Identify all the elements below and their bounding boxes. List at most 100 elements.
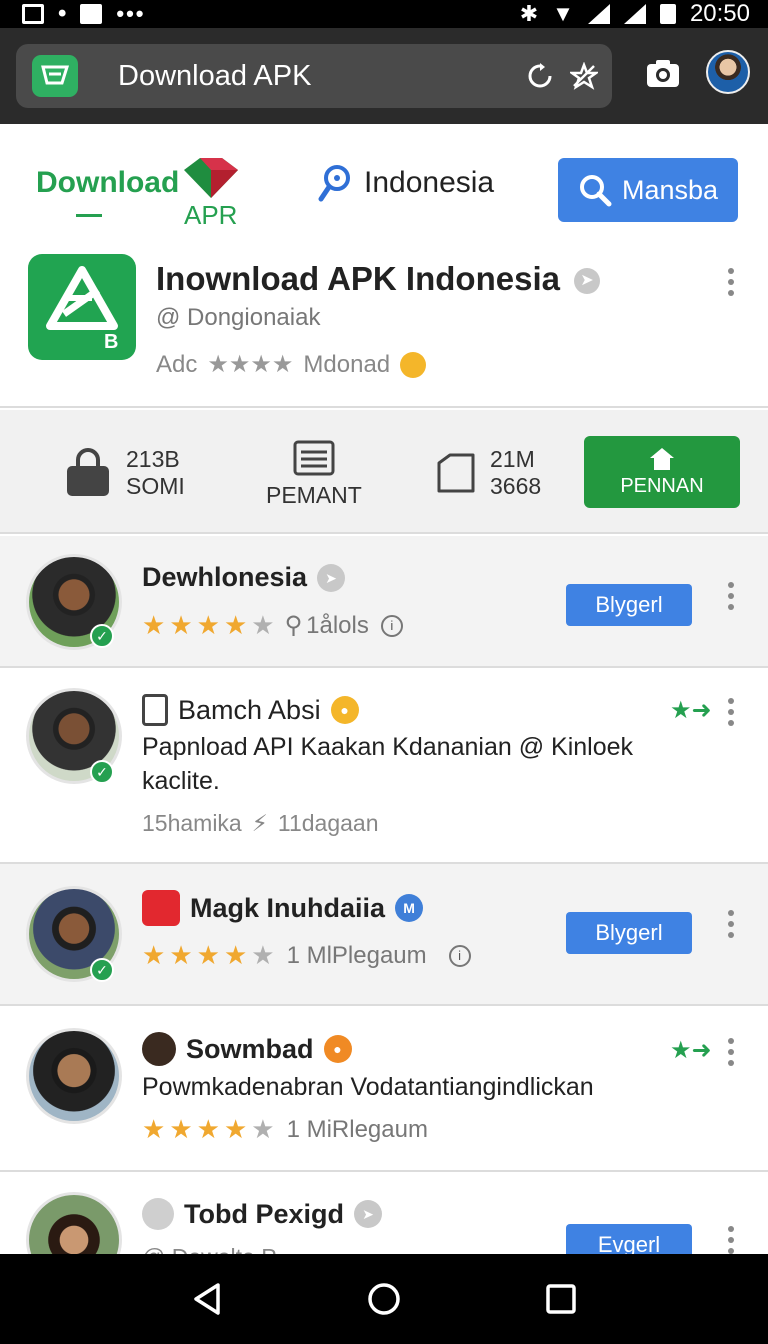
list-item-meta: 1ålols <box>306 611 369 639</box>
app-list: ✓ Dewhlonesia ➤ ★ ★ ★ ★ ★ ⚲ 1ålols i Blygerl… <box>0 536 768 1254</box>
address-bar[interactable]: Download APK <box>16 44 612 108</box>
star-icon: ★ <box>196 940 220 970</box>
verified-check-icon: ✓ <box>90 760 114 784</box>
flash-icon: ⚡ <box>251 810 268 836</box>
size-value: 21M <box>490 446 535 472</box>
star-icon: ★ <box>169 610 193 640</box>
more-options-icon[interactable] <box>727 698 735 726</box>
list-item[interactable]: ✓ Bamch Absi ● Papnload API Kaakan Kdana… <box>0 668 768 864</box>
region-selector[interactable]: Indonesia <box>318 164 494 202</box>
list-item-action-button[interactable]: Blygerl <box>566 912 692 954</box>
app-badge-icon <box>142 890 180 926</box>
system-nav-bar <box>0 1254 768 1344</box>
bluetooth-icon: ✱ <box>519 1 539 26</box>
brand-logo-text[interactable]: Download <box>36 166 179 200</box>
brand-underline <box>76 214 102 217</box>
list-item-meta: 1 MlPlegaum <box>286 941 427 969</box>
region-label: Indonesia <box>364 166 495 199</box>
list-item-sub-right: 11dagaan <box>277 810 379 836</box>
list-item[interactable]: ✓ Dewhlonesia ➤ ★ ★ ★ ★ ★ ⚲ 1ålols i Blygerl <box>0 536 768 668</box>
folder-icon <box>437 453 475 493</box>
star-arrow-icon[interactable]: ★➜ <box>670 1036 712 1065</box>
brand-sub-text: APR <box>184 200 238 230</box>
star-icon: ★ <box>251 610 275 640</box>
back-icon[interactable] <box>192 1282 222 1316</box>
list-item-title: Bamch Absi ● <box>142 694 359 726</box>
star-icon: ★ <box>142 940 166 970</box>
list-item[interactable]: ✓ Magk Inuhdaiia M ★ ★ ★ ★ ★ 1 MlPlegaum i B… <box>0 864 768 1006</box>
share-icon[interactable] <box>570 62 598 90</box>
avatar <box>26 1028 122 1124</box>
list-item-name: Tobd Pexigd <box>184 1198 344 1229</box>
more-dots-icon: ••• <box>116 1 146 26</box>
rating-row: ★ ★ ★ ★ ★ 1 MiRlegaum <box>142 1114 428 1145</box>
more-options-icon[interactable] <box>727 1038 735 1066</box>
home-nav-icon[interactable] <box>367 1282 401 1316</box>
list-item[interactable]: Tobd Pexigd ➤ @ Dewalte P Evgerl <box>0 1172 768 1254</box>
more-options-icon[interactable] <box>727 910 735 938</box>
star-arrow-icon[interactable]: ★➜ <box>670 696 712 725</box>
verified-icon: M <box>395 894 424 922</box>
badge-icon: ● <box>330 696 359 724</box>
more-options-icon[interactable] <box>727 268 735 296</box>
rating-row: ★ ★ ★ ★ ★ 1 MlPlegaum i <box>142 940 471 971</box>
signal-icon <box>623 4 646 24</box>
verified-icon: ➤ <box>354 1200 382 1228</box>
list-item-title: Magk Inuhdaiia M <box>142 890 424 926</box>
list-item-title: Tobd Pexigd ➤ <box>142 1198 382 1230</box>
list-item-name: Bamch Absi <box>178 694 321 725</box>
star-icon: ★ <box>196 1114 220 1144</box>
person-icon: ⚲ <box>284 612 303 639</box>
refresh-icon[interactable] <box>526 62 554 90</box>
search-icon <box>579 175 612 207</box>
star-icon: ★ <box>169 1114 193 1144</box>
list-item-name: Sowmbad <box>186 1033 314 1064</box>
verified-icon: ➤ <box>317 563 346 592</box>
star-icon: ★ <box>223 610 248 640</box>
profile-mini-icon <box>142 1032 176 1066</box>
app-developer-handle[interactable]: @ Dongionaiak <box>156 304 320 332</box>
svg-text:B: B <box>104 331 118 353</box>
rating-stars-icon: ★★★★ <box>207 351 294 378</box>
install-button[interactable]: PENNAN <box>584 436 740 508</box>
notification-icon: • <box>58 0 67 27</box>
verified-check-icon: ✓ <box>90 624 114 648</box>
more-options-icon[interactable] <box>727 582 735 610</box>
star-icon: ★ <box>223 1114 248 1144</box>
list-item-action-button[interactable]: Blygerl <box>566 584 692 626</box>
list-item-subline: 15hamika ⚡ 11dagaan <box>142 810 379 837</box>
size-label: 3668 <box>490 473 542 499</box>
status-bar: • ••• ✱ ▼ 20:50 <box>0 0 768 28</box>
app-logo-icon <box>32 55 78 97</box>
list-item-subline: @ Dewalte P <box>142 1244 277 1254</box>
top-app-bar: Download APK <box>0 28 768 124</box>
app-icon <box>80 4 103 24</box>
permissions-stat[interactable]: PEMANT <box>266 440 362 509</box>
list-item-title: Sowmbad ● <box>142 1032 352 1066</box>
app-icon-large: B <box>28 254 136 360</box>
list-item-action-button[interactable]: Evgerl <box>566 1224 692 1254</box>
info-icon[interactable]: i <box>448 944 471 967</box>
list-item-name: Dewhlonesia <box>142 562 308 592</box>
search-button[interactable]: Mansba <box>558 158 738 222</box>
camera-icon[interactable] <box>646 58 680 88</box>
star-icon: ★ <box>196 610 220 640</box>
home-icon <box>650 447 674 470</box>
recents-icon[interactable] <box>545 1284 576 1314</box>
list-item-sub-left: 15hamika <box>142 810 242 836</box>
medal-icon <box>400 351 427 378</box>
list-item-name: Magk Inuhdaiia <box>190 892 386 923</box>
downloads-stat: 213B SOMI <box>64 446 185 500</box>
list-item[interactable]: Sowmbad ● Powmkadenabran Vodatantiangind… <box>0 1006 768 1172</box>
profile-avatar[interactable] <box>706 50 750 94</box>
leaf-icon <box>142 1198 174 1230</box>
list-item-sub-left: @ Dewalte P <box>142 1244 277 1254</box>
info-icon[interactable]: i <box>380 614 403 637</box>
battery-icon <box>659 4 676 24</box>
list-item-meta: 1 MiRlegaum <box>286 1115 428 1143</box>
more-options-icon[interactable] <box>727 1226 735 1254</box>
brand-gem-icon <box>184 158 238 198</box>
site-header: Download APR Indonesia Mansba <box>0 140 768 240</box>
downloads-value: 213B <box>126 446 180 472</box>
bag-icon <box>67 448 109 496</box>
